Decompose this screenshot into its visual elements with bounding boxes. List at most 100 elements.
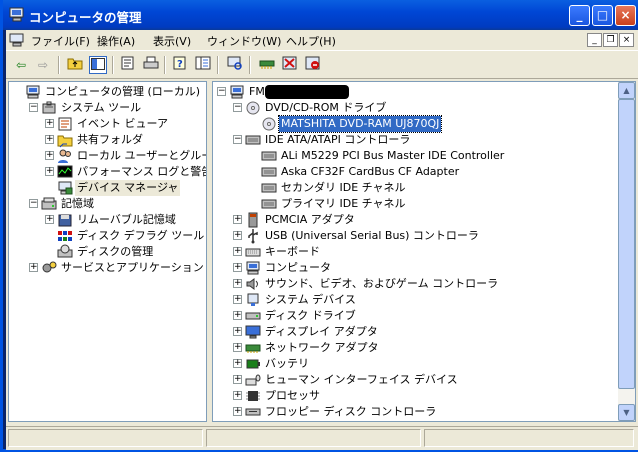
toolbar-separator [217,56,219,74]
console-tree-item-label: イベント ビューア [77,117,169,130]
device-tree-item-row[interactable]: − FM [213,84,635,100]
device-tree-item-row[interactable]: + キーボード [213,244,635,260]
device-tree-item-row[interactable]: + バッテリ [213,356,635,372]
collapse-toggle[interactable]: − [29,103,38,112]
device-tree-item-row[interactable]: + サウンド、ビデオ、およびゲーム コントローラ [213,276,635,292]
expand-toggle[interactable]: + [233,375,242,384]
device-tree-item-row[interactable]: Aska CF32F CardBus CF Adapter [213,164,635,180]
console-tree-item-row[interactable]: + 共有フォルダ [9,132,206,148]
scroll-thumb[interactable] [618,99,635,389]
menu-file[interactable]: ファイル(F) [31,33,90,49]
device-tree-item-row[interactable]: + システム デバイス [213,292,635,308]
toolbar-separator [112,56,114,74]
device-tree-pane[interactable]: − FM − DVD/CD-ROM ドライブ MATSHITA DVD-RAM UJ87… [212,81,636,422]
device-tree-item-row[interactable]: + ヒューマン インターフェイス デバイス [213,372,635,388]
expand-toggle[interactable]: + [233,327,242,336]
console-tree-item-label: パフォーマンス ログと警告 [77,165,207,178]
maximize-button[interactable]: □ [592,5,613,26]
menu-window[interactable]: ウィンドウ(W) [207,33,281,49]
collapse-toggle[interactable]: − [233,103,242,112]
console-tree-item-row[interactable]: コンピュータの管理 (ローカル) [9,84,206,100]
expand-toggle[interactable]: + [233,311,242,320]
device-tree-item-row[interactable]: + プロセッサ [213,388,635,404]
device-tree-item-row[interactable]: + PCMCIA アダプタ [213,212,635,228]
menu-help[interactable]: ヘルプ(H) [286,33,336,49]
console-tree-item-row[interactable]: + リムーバブル記憶域 [9,212,206,228]
console-tree-pane[interactable]: コンピュータの管理 (ローカル) − システム ツール + イベント ビューア + 共有フォ… [8,81,207,422]
svg-text:?: ? [177,59,183,70]
console-tree-item-row[interactable]: + サービスとアプリケーション [9,260,206,276]
expand-toggle[interactable]: + [233,231,242,240]
computer-icon [25,84,41,100]
expand-toggle[interactable]: + [233,295,242,304]
event-viewer-icon [57,116,73,132]
title-bar[interactable]: コンピュータの管理 _ □ × [3,0,638,30]
console-tree-item-row[interactable]: + ローカル ユーザーとグループ [9,148,206,164]
console-tree-item-row[interactable]: − システム ツール [9,100,206,116]
device-tree-item-row[interactable]: + ディスク ドライブ [213,308,635,324]
device-tree-item-row[interactable]: + ディスプレイ アダプタ [213,324,635,340]
console-tree-item-row[interactable]: デバイス マネージャ [9,180,206,196]
vertical-scrollbar[interactable]: ▲ ▼ [618,82,635,421]
device-tree-item-row[interactable]: MATSHITA DVD-RAM UJ870QJ [213,115,635,133]
expand-toggle[interactable]: + [233,279,242,288]
expand-toggle[interactable]: + [29,263,38,272]
status-cell-middle [206,429,421,447]
forward-arrow-icon[interactable]: ⇨ [34,56,52,74]
expand-toggle[interactable]: + [45,151,54,160]
expand-toggle[interactable]: + [233,247,242,256]
close-button[interactable]: × [615,5,636,26]
console-tree-item-label: リムーバブル記憶域 [77,213,176,226]
device-tree-item-row[interactable]: + コンピュータ [213,260,635,276]
help-icon[interactable]: ? [171,56,189,74]
console-tree-item-row[interactable]: ディスクの管理 [9,244,206,260]
properties-icon[interactable] [119,56,137,74]
device-tree-item-row[interactable]: − DVD/CD-ROM ドライブ [213,100,635,116]
expand-toggle[interactable]: + [45,119,54,128]
expand-toggle[interactable]: + [233,407,242,416]
console-tree-item-label: 記憶域 [61,197,94,210]
users-icon [57,148,73,164]
console-tree-item-row[interactable]: ディスク デフラグ ツール [9,228,206,244]
view-pane-icon[interactable] [194,56,212,74]
console-tree-item-row[interactable]: + イベント ビューア [9,116,206,132]
scroll-up-button[interactable]: ▲ [618,82,635,99]
expand-toggle[interactable]: + [233,343,242,352]
uninstall-device-icon[interactable] [281,56,299,74]
expand-toggle[interactable]: + [233,215,242,224]
expand-toggle[interactable]: + [45,135,54,144]
device-tree-item-row[interactable]: セカンダリ IDE チャネル [213,180,635,196]
console-tree-item-row[interactable]: − 記憶域 [9,196,206,212]
back-arrow-icon[interactable]: ⇦ [12,56,30,74]
mdi-system-icon[interactable] [9,32,25,47]
collapse-toggle[interactable]: − [29,199,38,208]
collapse-toggle[interactable]: − [233,135,242,144]
update-driver-icon[interactable] [258,56,276,74]
device-tree-item-row[interactable]: ALi M5229 PCI Bus Master IDE Controller [213,148,635,164]
expand-toggle[interactable]: + [45,167,54,176]
print-icon[interactable] [142,56,160,74]
minimize-button[interactable]: _ [569,5,590,26]
console-tree-item-row[interactable]: + パフォーマンス ログと警告 [9,164,206,180]
mdi-minimize-button[interactable]: _ [587,33,602,47]
device-tree-item-row[interactable]: プライマリ IDE チャネル [213,196,635,212]
disable-device-icon[interactable] [304,56,322,74]
menu-view[interactable]: 表示(V) [153,33,191,49]
collapse-toggle[interactable]: − [217,87,226,96]
expand-toggle[interactable]: + [233,359,242,368]
scan-hardware-icon[interactable] [226,56,244,74]
device-tree-item-row[interactable]: + ネットワーク アダプタ [213,340,635,356]
device-tree-item-row[interactable]: − IDE ATA/ATAPI コントローラ [213,132,635,148]
menu-action[interactable]: 操作(A) [97,33,135,49]
device-tree-item-row[interactable]: + フロッピー ディスク コントローラ [213,404,635,420]
device-tree-item-row[interactable]: + USB (Universal Serial Bus) コントローラ [213,228,635,244]
scroll-down-button[interactable]: ▼ [618,404,635,421]
up-folder-icon[interactable] [66,56,84,74]
mdi-restore-button[interactable]: ❐ [603,33,618,47]
expand-toggle[interactable]: + [45,215,54,224]
expand-toggle[interactable]: + [233,263,242,272]
show-hide-tree-icon[interactable] [89,56,107,74]
expand-toggle[interactable]: + [233,391,242,400]
keyboard-icon [245,244,261,260]
mdi-close-button[interactable]: × [619,33,634,47]
